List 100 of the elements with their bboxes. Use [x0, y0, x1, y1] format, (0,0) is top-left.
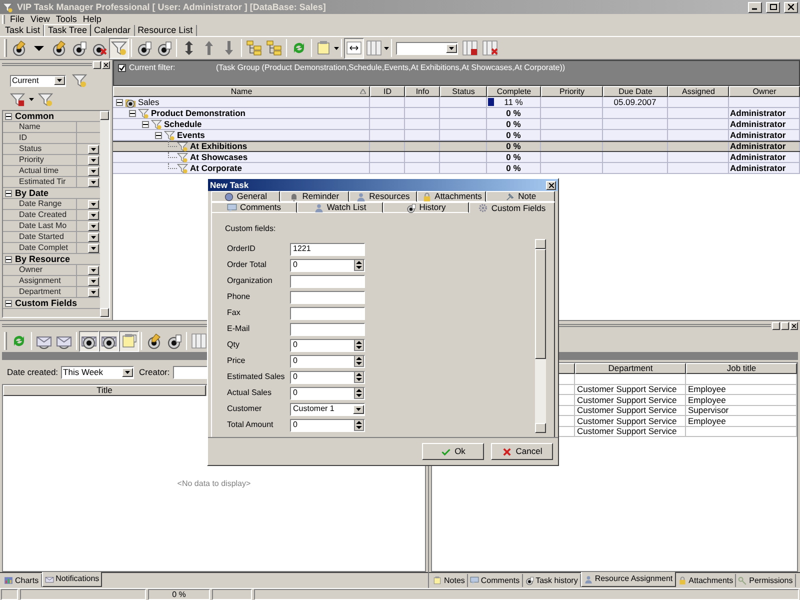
input-field[interactable]	[290, 306, 365, 320]
tab[interactable]: Comments	[468, 574, 523, 587]
spin-button[interactable]	[354, 371, 364, 383]
dropdown-button[interactable]	[88, 200, 99, 208]
tree-row[interactable]: At Showcases 0 % Administrator	[113, 152, 800, 163]
column-header[interactable]: Job title	[686, 363, 797, 374]
menu-item[interactable]: File	[7, 15, 28, 24]
tree-row[interactable]: Product Demonstration 0 % Administrator	[113, 108, 800, 119]
tab[interactable]: Attachments	[417, 191, 486, 202]
menu-item[interactable]: Tools	[52, 15, 80, 24]
tab[interactable]: Charts	[2, 574, 42, 587]
toolbar-button[interactable]	[344, 38, 364, 58]
spin-field[interactable]: 0	[290, 386, 365, 400]
dropdown-button[interactable]	[88, 210, 99, 220]
column-header[interactable]: Priority	[541, 86, 603, 97]
column-header[interactable]: Info	[405, 86, 440, 97]
tree-row[interactable]: At Corporate 0 % Administrator	[113, 163, 800, 174]
input-field[interactable]	[290, 274, 365, 288]
dropdown-button[interactable]	[122, 368, 134, 376]
dropdown-button[interactable]	[88, 288, 99, 296]
spin-button[interactable]	[354, 419, 364, 431]
combo-box[interactable]: Customer 1	[290, 402, 365, 416]
dropdown-button[interactable]	[88, 178, 99, 186]
column-header[interactable]: Status	[440, 86, 487, 97]
maximize-button[interactable]	[766, 2, 780, 12]
scrollbar[interactable]	[100, 111, 109, 317]
tree-row[interactable]: At Exhibitions 0 % Administrator	[113, 141, 800, 152]
tab[interactable]: Watch List	[297, 202, 383, 213]
checkbox[interactable]	[118, 64, 126, 72]
collapse-toggle[interactable]	[5, 190, 12, 196]
tree-row[interactable]: Schedule 0 % Administrator	[113, 119, 800, 130]
collapse-toggle[interactable]	[5, 300, 12, 306]
spin-button[interactable]	[354, 387, 364, 399]
spin-field[interactable]: 0	[290, 370, 365, 384]
dropdown-button[interactable]	[446, 44, 457, 52]
column-header[interactable]: ID	[370, 86, 405, 97]
spin-button[interactable]	[354, 339, 364, 351]
tab[interactable]: Calendar	[91, 25, 135, 36]
spin-button[interactable]	[354, 259, 364, 271]
tab[interactable]: Note	[486, 191, 555, 202]
ok-button[interactable]: Ok	[422, 443, 484, 460]
spin-field[interactable]: 0	[290, 338, 365, 352]
pin-button[interactable]	[93, 60, 101, 68]
tree-row[interactable]: Sales 11 % 05.09.2007	[113, 97, 800, 108]
collapse-toggle[interactable]	[129, 110, 136, 116]
dropdown-button[interactable]	[88, 244, 99, 252]
input-field[interactable]: 1221	[290, 242, 365, 256]
collapse-toggle[interactable]	[142, 120, 149, 128]
minimize-button[interactable]	[748, 2, 762, 12]
close-button[interactable]	[790, 322, 798, 330]
dropdown-button[interactable]	[88, 232, 99, 242]
menu-item[interactable]: View	[28, 15, 53, 24]
cancel-button[interactable]: Cancel	[491, 443, 553, 460]
column-header[interactable]: Title	[3, 385, 206, 396]
toolbar-button[interactable]	[99, 330, 119, 352]
date-select[interactable]: This Week	[61, 366, 134, 378]
caret-icon[interactable]	[29, 98, 34, 100]
close-button[interactable]	[102, 60, 110, 68]
input-field[interactable]	[290, 290, 365, 304]
column-header[interactable]: Name	[113, 86, 370, 97]
toolbar-button[interactable]	[79, 330, 99, 352]
tab[interactable]: Permissions	[736, 574, 796, 587]
view-select[interactable]: Current	[10, 74, 66, 86]
caret-icon[interactable]	[334, 46, 339, 50]
tab[interactable]: Custom Fields	[469, 202, 555, 213]
dropdown-button[interactable]	[88, 266, 99, 274]
tab[interactable]: History	[383, 202, 469, 213]
close-button[interactable]	[784, 2, 798, 12]
column-header[interactable]: Assigned	[668, 86, 729, 97]
layout-combo[interactable]	[396, 42, 458, 54]
tab[interactable]: Resource List	[134, 25, 197, 36]
collapse-toggle[interactable]	[5, 112, 12, 120]
spin-field[interactable]: 0	[290, 418, 365, 432]
column-header[interactable]: Due Date	[603, 86, 668, 97]
tab[interactable]: Task Tree	[44, 24, 92, 36]
close-button[interactable]	[546, 180, 556, 190]
dropdown-button[interactable]	[88, 144, 99, 154]
collapse-toggle[interactable]	[116, 98, 123, 106]
collapse-toggle[interactable]	[5, 256, 12, 262]
dropdown-button[interactable]	[88, 222, 99, 230]
menu-item[interactable]: Help	[80, 15, 104, 24]
tab[interactable]: Resources	[348, 191, 418, 202]
tab[interactable]: Notes	[431, 574, 468, 587]
tree-row[interactable]: Events 0 % Administrator	[113, 130, 800, 141]
input-field[interactable]	[290, 322, 365, 336]
tab[interactable]: Reminder	[280, 191, 349, 202]
dropdown-button[interactable]	[353, 404, 364, 414]
scrollbar[interactable]	[535, 239, 546, 433]
dropdown-button[interactable]	[88, 276, 99, 286]
dropdown-button[interactable]	[54, 76, 65, 85]
spin-button[interactable]	[354, 355, 364, 367]
column-header[interactable]: Owner	[729, 86, 800, 97]
tab[interactable]: General	[211, 191, 280, 202]
dropdown-button[interactable]	[88, 166, 99, 176]
caret-icon[interactable]	[384, 46, 389, 50]
collapse-toggle[interactable]	[155, 132, 162, 138]
tab[interactable]: Comments	[211, 202, 297, 213]
spin-field[interactable]: 0	[290, 354, 365, 368]
dropdown-button[interactable]	[88, 156, 99, 164]
spin-field[interactable]: 0	[290, 258, 365, 272]
